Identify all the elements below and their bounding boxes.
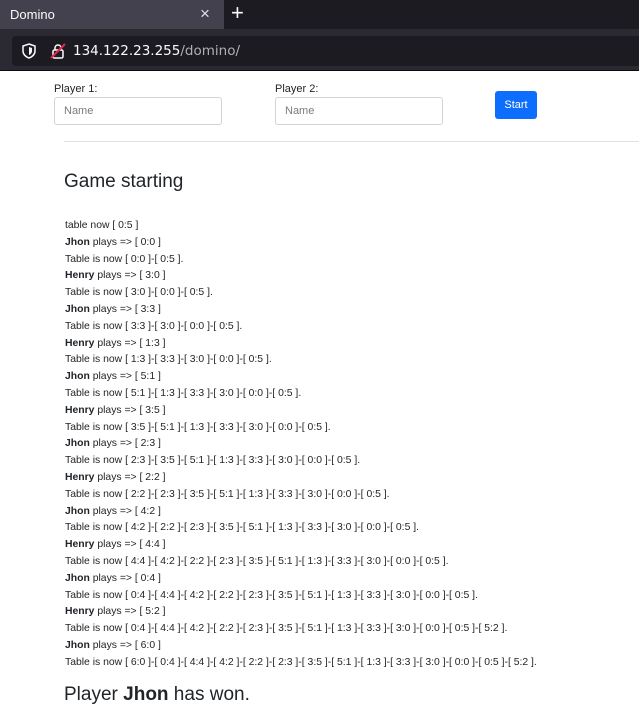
tab-close-icon[interactable]: × (200, 4, 210, 24)
log-line-table: Table is now [ 4:4 ]-[ 4:2 ]-[ 2:2 ]-[ 2… (65, 554, 635, 571)
start-button[interactable]: Start (495, 91, 537, 119)
log-line-play: Jhon plays => [ 4:2 ] (65, 504, 635, 521)
log-text: plays => [ 4:4 ] (94, 539, 166, 551)
log-text: Table is now [ 0:0 ]-[ 0:5 ]. (65, 253, 184, 265)
log-player-name: Jhon (65, 639, 90, 651)
log-text: plays => [ 2:3 ] (89, 438, 161, 450)
log-player-name: Henry (65, 539, 95, 551)
log-text: Table is now [ 0:4 ]-[ 4:4 ]-[ 4:2 ]-[ 2… (65, 623, 508, 635)
player2-name-input[interactable]: Name (275, 97, 443, 125)
shield-icon[interactable] (21, 43, 37, 59)
log-text: plays => [ 1:3 ] (94, 337, 166, 349)
log-text: Table is now [ 3:5 ]-[ 5:1 ]-[ 1:3 ]-[ 3… (65, 421, 331, 433)
log-text: plays => [ 5:1 ] (89, 371, 161, 383)
log-line-play: Jhon plays => [ 3:3 ] (65, 302, 635, 319)
log-line-table: Table is now [ 3:0 ]-[ 0:0 ]-[ 0:5 ]. (65, 285, 635, 302)
player1-label: Player 1: (54, 83, 98, 95)
log-text: plays => [ 2:2 ] (94, 471, 166, 483)
url-bar[interactable]: 134.122.23.255/domino/ (12, 36, 639, 66)
log-line-play: Henry plays => [ 3:0 ] (65, 268, 635, 285)
log-text: plays => [ 3:5 ] (94, 404, 166, 416)
log-line-table: Table is now [ 2:2 ]-[ 2:3 ]-[ 3:5 ]-[ 5… (65, 487, 635, 504)
log-player-name: Jhon (65, 303, 90, 315)
log-player-name: Jhon (65, 505, 90, 517)
log-text: Table is now [ 4:4 ]-[ 4:2 ]-[ 2:2 ]-[ 2… (65, 555, 449, 567)
log-player-name: Henry (65, 606, 95, 618)
log-text: plays => [ 5:2 ] (94, 606, 166, 618)
log-line-play: Jhon plays => [ 5:1 ] (65, 369, 635, 386)
log-text: Table is now [ 0:4 ]-[ 4:4 ]-[ 4:2 ]-[ 2… (65, 589, 478, 601)
log-line-play: Henry plays => [ 4:4 ] (65, 537, 635, 554)
log-player-name: Jhon (65, 572, 90, 584)
log-text: Table is now [ 5:1 ]-[ 1:3 ]-[ 3:3 ]-[ 3… (65, 387, 302, 399)
log-line-table: Table is now [ 2:3 ]-[ 3:5 ]-[ 5:1 ]-[ 1… (65, 453, 635, 470)
log-line-play: Jhon plays => [ 0:4 ] (65, 571, 635, 588)
log-text: Table is now [ 1:3 ]-[ 3:3 ]-[ 3:0 ]-[ 0… (65, 354, 272, 366)
log-line-play: Henry plays => [ 1:3 ] (65, 336, 635, 353)
log-text: plays => [ 0:4 ] (89, 572, 161, 584)
url-text[interactable]: 134.122.23.255/domino/ (73, 43, 240, 59)
result-prefix: Player (64, 684, 124, 705)
log-line-play: Jhon plays => [ 0:0 ] (65, 235, 635, 252)
log-text: Table is now [ 3:3 ]-[ 3:0 ]-[ 0:0 ]-[ 0… (65, 320, 243, 332)
log-line-play: Jhon plays => [ 6:0 ] (65, 638, 635, 655)
log-text: plays => [ 3:0 ] (94, 270, 166, 282)
log-text: Table is now [ 2:3 ]-[ 3:5 ]-[ 5:1 ]-[ 1… (65, 455, 361, 467)
log-line-table: Table is now [ 6:0 ]-[ 0:4 ]-[ 4:4 ]-[ 4… (65, 655, 635, 672)
player2-label: Player 2: (275, 83, 319, 95)
log-player-name: Henry (65, 471, 95, 483)
log-player-name: Jhon (65, 371, 90, 383)
log-text: Table is now [ 4:2 ]-[ 2:2 ]-[ 2:3 ]-[ 3… (65, 522, 420, 534)
log-text: plays => [ 4:2 ] (89, 505, 161, 517)
log-player-name: Henry (65, 337, 95, 349)
navigation-bar: 134.122.23.255/domino/ (0, 29, 639, 71)
log-line-play: Henry plays => [ 2:2 ] (65, 470, 635, 487)
log-line-table: Table is now [ 0:4 ]-[ 4:4 ]-[ 4:2 ]-[ 2… (65, 621, 635, 638)
log-player-name: Jhon (65, 438, 90, 450)
tab-bar: Domino × + (0, 0, 639, 29)
insecure-lock-icon[interactable] (50, 43, 66, 59)
tab-title: Domino (10, 7, 55, 22)
url-path: /domino/ (180, 43, 241, 59)
log-text: Table is now [ 3:0 ]-[ 0:0 ]-[ 0:5 ]. (65, 287, 213, 299)
game-log: table now [ 0:5 ] Jhon plays => [ 0:0 ] Ta… (65, 218, 635, 672)
log-line-table: table now [ 0:5 ] (65, 218, 635, 235)
log-text: Table is now [ 2:2 ]-[ 2:3 ]-[ 3:5 ]-[ 5… (65, 488, 390, 500)
log-text: plays => [ 3:3 ] (89, 303, 161, 315)
log-text: Table is now [ 6:0 ]-[ 0:4 ]-[ 4:4 ]-[ 4… (65, 656, 537, 668)
url-host: 134.122.23.255 (73, 43, 181, 59)
log-player-name: Henry (65, 270, 95, 282)
log-line-table: Table is now [ 1:3 ]-[ 3:3 ]-[ 3:0 ]-[ 0… (65, 352, 635, 369)
result-message: Player Jhon has won. (64, 684, 250, 706)
game-heading: Game starting (64, 171, 184, 192)
log-line-table: Table is now [ 3:5 ]-[ 5:1 ]-[ 1:3 ]-[ 3… (65, 420, 635, 437)
result-winner: Jhon (123, 684, 169, 705)
new-tab-icon[interactable]: + (231, 2, 244, 24)
log-line-table: Table is now [ 0:4 ]-[ 4:4 ]-[ 4:2 ]-[ 2… (65, 588, 635, 605)
player1-name-input[interactable]: Name (54, 97, 222, 125)
log-line-table: Table is now [ 5:1 ]-[ 1:3 ]-[ 3:3 ]-[ 3… (65, 386, 635, 403)
log-player-name: Jhon (65, 236, 90, 248)
log-line-play: Henry plays => [ 3:5 ] (65, 403, 635, 420)
log-line-table: Table is now [ 0:0 ]-[ 0:5 ]. (65, 252, 635, 269)
divider (64, 141, 639, 142)
log-line-table: Table is now [ 3:3 ]-[ 3:0 ]-[ 0:0 ]-[ 0… (65, 319, 635, 336)
log-line-table: Table is now [ 4:2 ]-[ 2:2 ]-[ 2:3 ]-[ 3… (65, 520, 635, 537)
log-line-play: Jhon plays => [ 2:3 ] (65, 436, 635, 453)
tab-domino[interactable]: Domino × (0, 0, 224, 29)
log-line-play: Henry plays => [ 5:2 ] (65, 604, 635, 621)
log-player-name: Henry (65, 404, 95, 416)
result-suffix: has won. (168, 684, 250, 705)
log-text: plays => [ 0:0 ] (89, 236, 161, 248)
page-content: Player 1: Name Player 2: Name Start Game… (0, 72, 639, 708)
log-text: table now [ 0:5 ] (65, 220, 139, 231)
log-text: plays => [ 6:0 ] (89, 639, 161, 651)
